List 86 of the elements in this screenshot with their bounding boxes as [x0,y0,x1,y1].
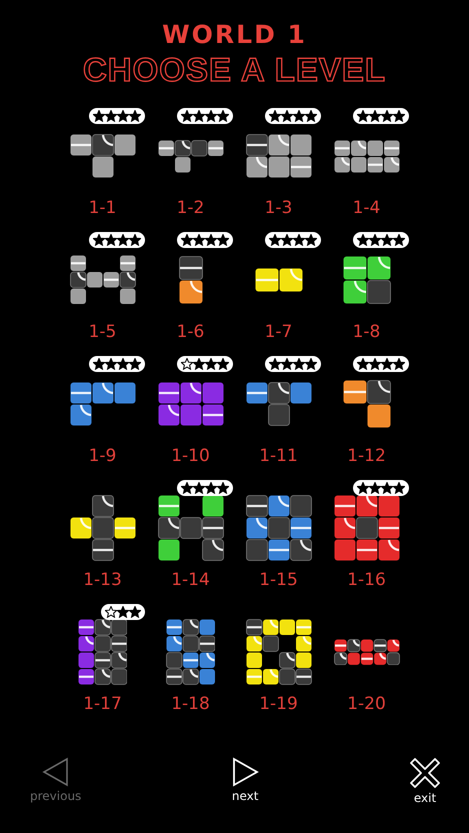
screen-title: CHOOSE A LEVEL [82,50,386,90]
star-icon [368,234,380,246]
star-icon [356,234,368,246]
level-button[interactable]: 1-16 [322,480,410,592]
star-icon [192,482,204,494]
star-icon [392,482,404,494]
star-icon [92,234,104,246]
star-icon [304,234,316,246]
star-icon [368,110,380,122]
star-icon [180,482,192,494]
star-icon [116,606,128,618]
star-icon [192,234,204,246]
left-triangle-icon [40,757,71,787]
level-button[interactable]: 1-5 [58,232,146,344]
star-icon [356,482,368,494]
star-icon [104,234,116,246]
star-icon [380,482,392,494]
star-icon [116,358,128,370]
star-icon [204,110,216,122]
star-icon [292,234,304,246]
level-button[interactable]: 1-8 [322,232,410,344]
level-button[interactable]: 1-1 [58,108,146,220]
star-icon [368,482,380,494]
star-icon [192,358,204,370]
star-icon [292,110,304,122]
level-button[interactable]: 1-13 [58,480,146,592]
level-button[interactable]: 1-15 [234,480,322,592]
star-icon [216,110,228,122]
star-icon [380,110,392,122]
level-button[interactable]: 1-12 [322,356,410,468]
star-icon [216,358,228,370]
star-icon [204,234,216,246]
star-icon [92,110,104,122]
level-button[interactable]: 1-19 [234,604,322,716]
star-icon [280,358,292,370]
world-title: WORLD 1 [162,20,307,50]
level-button[interactable]: 1-3 [234,108,322,220]
star-icon [380,234,392,246]
star-icon [268,234,280,246]
star-icon [204,482,216,494]
star-icon [280,110,292,122]
star-icon [356,358,368,370]
star-icon [104,110,116,122]
star-icon [180,110,192,122]
star-icon [268,110,280,122]
star-icon [192,110,204,122]
level-button[interactable]: 1-11 [234,356,322,468]
star-icon [392,234,404,246]
level-button[interactable]: 1-17 [58,604,146,716]
level-button[interactable]: 1-6 [146,232,234,344]
star-icon [216,482,228,494]
level-button[interactable]: 1-4 [322,108,410,220]
star-icon [116,110,128,122]
star-icon [392,358,404,370]
star-icon [368,358,380,370]
star-icon [180,358,192,370]
star-icon [268,358,280,370]
level-button[interactable]: 1-9 [58,356,146,468]
star-icon [104,606,116,618]
next-button[interactable]: next [230,757,260,805]
star-icon [116,234,128,246]
level-button[interactable]: 1-20 [322,604,410,716]
star-icon [392,110,404,122]
star-icon [304,358,316,370]
star-icon [128,358,140,370]
star-icon [92,358,104,370]
star-icon [356,110,368,122]
star-icon [104,358,116,370]
star-icon [128,606,140,618]
level-button[interactable]: 1-7 [234,232,322,344]
star-icon [180,234,192,246]
level-button[interactable]: 1-14 [146,480,234,592]
level-button[interactable]: 1-10 [146,356,234,468]
star-icon [216,234,228,246]
exit-button[interactable]: exit [409,757,441,805]
star-icon [128,234,140,246]
right-triangle-icon [230,757,260,787]
star-icon [128,110,140,122]
star-icon [280,234,292,246]
star-icon [204,358,216,370]
level-button[interactable]: 1-18 [146,604,234,716]
star-icon [380,358,392,370]
close-icon [409,757,441,789]
star-icon [304,110,316,122]
star-icon [292,358,304,370]
level-button[interactable]: 1-2 [146,108,234,220]
